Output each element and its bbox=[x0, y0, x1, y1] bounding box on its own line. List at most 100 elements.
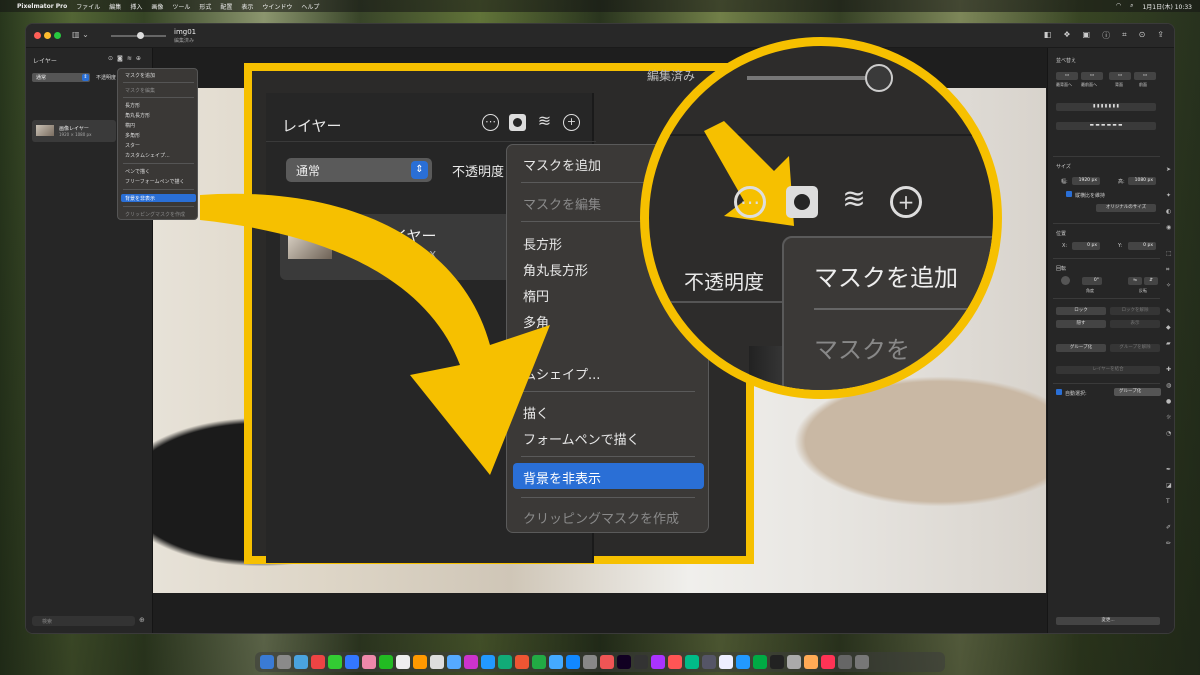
menu-item-clipping-mask[interactable]: クリッピングマスクを作成 bbox=[523, 508, 679, 527]
bring-forward-button[interactable]: ▭ bbox=[1134, 72, 1156, 80]
fill-tool-icon[interactable]: ◆ bbox=[1166, 324, 1171, 331]
music-icon[interactable] bbox=[804, 655, 818, 669]
excel-icon[interactable] bbox=[498, 655, 512, 669]
messages-icon[interactable] bbox=[328, 655, 342, 669]
flip-horizontal-button[interactable]: ⇋ bbox=[1128, 277, 1142, 285]
calendar-icon[interactable] bbox=[396, 655, 410, 669]
unlock-button[interactable]: ロックを解除 bbox=[1110, 307, 1160, 315]
creative-cloud-icon[interactable] bbox=[668, 655, 682, 669]
color-adjust-icon[interactable]: ◧ bbox=[1044, 30, 1052, 41]
menu-item-rounded-rectangle[interactable]: 角丸長方形 bbox=[125, 112, 150, 119]
more-icon[interactable]: ⋯ bbox=[482, 114, 499, 131]
erase-tool-icon[interactable]: ▰ bbox=[1166, 340, 1171, 347]
photos-icon[interactable] bbox=[362, 655, 376, 669]
shape-tool-icon[interactable]: ◪ bbox=[1166, 482, 1172, 489]
preview-icon[interactable] bbox=[787, 655, 801, 669]
menu-format[interactable]: 形式 bbox=[199, 2, 211, 11]
y-field[interactable]: 0 px bbox=[1128, 242, 1156, 250]
menu-item-add-mask[interactable]: マスクを追加 bbox=[523, 155, 601, 174]
keep-ratio-checkbox[interactable] bbox=[1066, 191, 1072, 197]
menu-item-custom-shape[interactable]: カスタムシェイプ... bbox=[125, 152, 170, 159]
menu-help[interactable]: ヘルプ bbox=[301, 2, 319, 11]
send-backward-button[interactable]: ▭ bbox=[1109, 72, 1131, 80]
terminal-icon[interactable] bbox=[702, 655, 716, 669]
add-layer-icon[interactable]: ⊕ bbox=[136, 55, 141, 62]
facetime-icon[interactable] bbox=[379, 655, 393, 669]
auto-select-checkbox[interactable] bbox=[1056, 389, 1062, 395]
style-tool-icon[interactable]: ✦ bbox=[1166, 192, 1171, 199]
angle-field[interactable]: 0° bbox=[1082, 277, 1102, 285]
more-icon[interactable]: ⊙ bbox=[108, 55, 113, 62]
maps-icon[interactable] bbox=[447, 655, 461, 669]
add-icon[interactable]: + bbox=[563, 114, 580, 131]
mask-icon[interactable] bbox=[509, 114, 526, 131]
menu-item-freeform-pen[interactable]: フリーフォームペンで描く bbox=[125, 178, 185, 185]
show-button[interactable]: 表示 bbox=[1110, 320, 1160, 328]
final-cut-icon[interactable] bbox=[634, 655, 648, 669]
layers-stack-icon[interactable]: ≋ bbox=[536, 113, 553, 131]
ungroup-button[interactable]: グループを解除 bbox=[1110, 344, 1160, 352]
menu-insert[interactable]: 挿入 bbox=[130, 2, 142, 11]
telegram-icon[interactable] bbox=[736, 655, 750, 669]
premiere-icon[interactable] bbox=[617, 655, 631, 669]
pixelmator-icon[interactable] bbox=[600, 655, 614, 669]
menu-item-star[interactable]: スター bbox=[125, 142, 140, 149]
effects-icon[interactable]: ❖ bbox=[1063, 30, 1070, 41]
reminders-icon[interactable] bbox=[430, 655, 444, 669]
clone-tool-icon[interactable]: ◍ bbox=[1166, 382, 1171, 389]
sidebar-toggle-icon[interactable]: ▥ ⌄ bbox=[72, 30, 89, 39]
menubar-clock[interactable]: 1月1日(木) 10:33 bbox=[1142, 2, 1192, 11]
menu-item-hide-background[interactable]: 背景を非表示 bbox=[125, 195, 155, 202]
utility-icon[interactable] bbox=[685, 655, 699, 669]
finder-icon[interactable] bbox=[260, 655, 274, 669]
itunes-icon[interactable] bbox=[821, 655, 835, 669]
launchpad-icon[interactable] bbox=[277, 655, 291, 669]
mail-icon[interactable] bbox=[345, 655, 359, 669]
rotation-dial[interactable] bbox=[1061, 276, 1070, 285]
add-icon[interactable]: ⊕ bbox=[139, 616, 145, 624]
menu-window[interactable]: ウインドウ bbox=[262, 2, 292, 11]
more-options-icon[interactable]: ⊙ bbox=[1139, 30, 1146, 41]
auto-select-dropdown[interactable]: グループ化 bbox=[1114, 388, 1161, 396]
menu-tools[interactable]: ツール bbox=[172, 2, 190, 11]
send-to-back-button[interactable]: ▭ bbox=[1056, 72, 1078, 80]
numbers-icon[interactable] bbox=[532, 655, 546, 669]
notes-icon[interactable] bbox=[413, 655, 427, 669]
menu-view[interactable]: 表示 bbox=[241, 2, 253, 11]
menu-item-pen[interactable]: ペンで描く bbox=[125, 168, 150, 175]
chrome-icon[interactable] bbox=[311, 655, 325, 669]
menu-item-clipping-mask[interactable]: クリッピングマスクを作成 bbox=[125, 211, 185, 218]
menu-arrange[interactable]: 配置 bbox=[220, 2, 232, 11]
x-field[interactable]: 0 px bbox=[1072, 242, 1100, 250]
menu-item-polygon[interactable]: 多角形 bbox=[125, 132, 140, 139]
affinity-icon[interactable] bbox=[651, 655, 665, 669]
menu-edit[interactable]: 編集 bbox=[109, 2, 121, 11]
powerpoint-icon[interactable] bbox=[515, 655, 529, 669]
info-icon[interactable]: ⓘ bbox=[1102, 30, 1110, 41]
color-adjust-tool-icon[interactable]: ◐ bbox=[1166, 208, 1171, 215]
flip-vertical-button[interactable]: ⇵ bbox=[1144, 277, 1158, 285]
merge-layers-button[interactable]: レイヤーを結合 bbox=[1056, 366, 1160, 374]
paint-tool-icon[interactable]: ✎ bbox=[1166, 308, 1171, 315]
eyedropper-tool-icon[interactable]: ✐ bbox=[1166, 524, 1171, 531]
search-icon[interactable]: ⌕ bbox=[1130, 2, 1133, 11]
capture-icon[interactable] bbox=[770, 655, 784, 669]
width-field[interactable]: 1920 px bbox=[1072, 177, 1100, 185]
mask-icon[interactable]: ◙ bbox=[117, 55, 123, 62]
layer-search-input[interactable]: 検索 bbox=[32, 616, 135, 626]
app-menu[interactable]: Pixelmator Pro bbox=[17, 3, 67, 10]
wifi-icon[interactable]: ◠ bbox=[1116, 2, 1121, 11]
align-row-1[interactable]: ▮ ▮ ▮ ▮ ▮ ▮ ▮ bbox=[1056, 103, 1156, 111]
change-button[interactable]: 変更... bbox=[1056, 617, 1160, 625]
layers-stack-icon[interactable]: ≋ bbox=[127, 55, 132, 62]
photo-browser-icon[interactable]: ▣ bbox=[1083, 30, 1091, 41]
downloads-icon[interactable] bbox=[838, 655, 852, 669]
word-icon[interactable] bbox=[481, 655, 495, 669]
textedit-icon[interactable] bbox=[719, 655, 733, 669]
share-icon[interactable]: ⇪ bbox=[1157, 30, 1164, 41]
menu-item-ellipse[interactable]: 楕円 bbox=[125, 122, 135, 129]
trash-icon[interactable] bbox=[855, 655, 869, 669]
minimize-button[interactable] bbox=[44, 32, 51, 39]
keynote-icon[interactable] bbox=[549, 655, 563, 669]
zoom-slider-knob[interactable] bbox=[137, 32, 144, 39]
